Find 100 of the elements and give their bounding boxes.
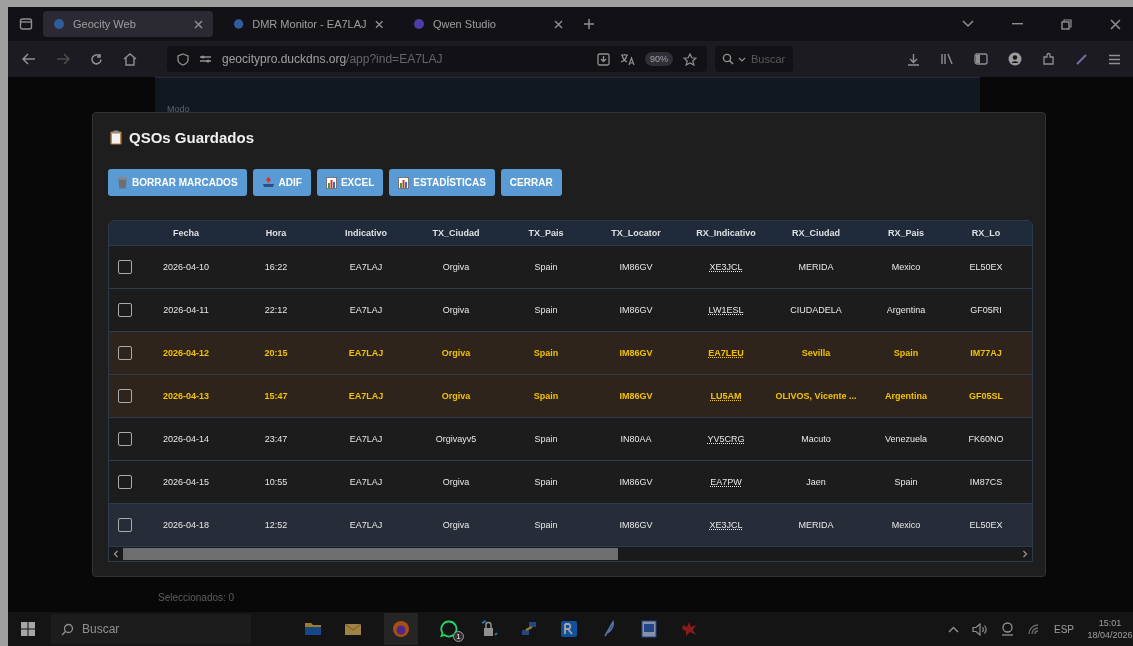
table-cell: Orgiva bbox=[442, 262, 470, 272]
scroll-left-icon[interactable] bbox=[111, 549, 121, 559]
browser-tab[interactable]: DMR Monitor - EA7LAJ bbox=[223, 11, 393, 37]
app-icon[interactable] bbox=[560, 620, 578, 638]
table-cell: 20:15 bbox=[264, 348, 288, 358]
table-cell: 2026-04-18 bbox=[162, 520, 209, 530]
chevron-up-icon[interactable] bbox=[948, 625, 959, 633]
table-cell: 16:22 bbox=[264, 262, 288, 272]
close-icon[interactable] bbox=[374, 19, 383, 29]
extensions-icon[interactable] bbox=[1042, 52, 1056, 66]
row-checkbox[interactable] bbox=[118, 346, 132, 360]
device-icon[interactable] bbox=[1001, 622, 1014, 636]
language-indicator[interactable]: ESP bbox=[1054, 623, 1074, 635]
table-cell: 10:55 bbox=[264, 477, 288, 487]
wifi-icon[interactable] bbox=[1027, 623, 1041, 635]
table-cell: EA7LAJ bbox=[349, 262, 383, 272]
table-cell: EA7PW bbox=[710, 477, 742, 487]
row-checkbox[interactable] bbox=[118, 389, 132, 403]
table-cell: EA7LAJ bbox=[349, 305, 383, 315]
browser-tab[interactable]: Qwen Studio bbox=[403, 11, 573, 37]
tab-favicon-icon bbox=[233, 18, 245, 30]
download-icon[interactable] bbox=[907, 52, 920, 66]
zoom-level-badge[interactable]: 90% bbox=[645, 52, 673, 66]
table-cell: Spain bbox=[533, 348, 559, 358]
row-checkbox[interactable] bbox=[118, 518, 132, 532]
folder-icon[interactable] bbox=[304, 621, 322, 637]
chevron-down-icon[interactable] bbox=[738, 57, 746, 62]
lock-icon[interactable] bbox=[480, 620, 498, 638]
dialog-title: QSOs Guardados bbox=[129, 129, 255, 146]
back-arrow-icon[interactable] bbox=[22, 53, 36, 65]
table-cell: EA7LAJ bbox=[348, 391, 384, 401]
menu-icon[interactable] bbox=[1108, 53, 1121, 65]
search-icon bbox=[61, 622, 74, 636]
reload-icon[interactable] bbox=[90, 52, 103, 66]
column-header[interactable]: RX_Lo bbox=[951, 228, 1021, 238]
scroll-right-icon[interactable] bbox=[1020, 549, 1030, 559]
close-icon[interactable] bbox=[194, 19, 203, 29]
browser-icon[interactable] bbox=[392, 620, 410, 638]
new-tab-icon[interactable] bbox=[583, 18, 595, 30]
search-icon[interactable] bbox=[722, 53, 734, 65]
row-checkbox[interactable] bbox=[118, 432, 132, 446]
table-cell: Spain bbox=[534, 520, 558, 530]
search-field[interactable]: Buscar bbox=[715, 46, 793, 72]
account-icon[interactable] bbox=[1008, 52, 1022, 66]
table-cell: MERIDA bbox=[798, 262, 834, 272]
chat-icon[interactable] bbox=[440, 620, 458, 638]
pen-icon[interactable] bbox=[1076, 53, 1088, 65]
table-cell: IM77AJ bbox=[970, 348, 1002, 358]
column-header[interactable]: Indicativo bbox=[321, 228, 411, 238]
windows-start-icon[interactable] bbox=[21, 622, 35, 636]
table-cell: IN80AA bbox=[620, 434, 652, 444]
document-icon[interactable] bbox=[640, 620, 658, 638]
table-cell: Orgiva bbox=[441, 391, 471, 401]
table-cell: IM87CS bbox=[969, 477, 1003, 487]
browser-tab[interactable]: Geocity Web bbox=[43, 11, 213, 37]
close-icon[interactable] bbox=[554, 19, 563, 29]
library-icon[interactable] bbox=[940, 53, 954, 65]
column-header[interactable]: RX_Indicativo bbox=[681, 228, 771, 238]
row-checkbox[interactable] bbox=[118, 475, 132, 489]
table-cell: IM86GV bbox=[619, 520, 653, 530]
site-settings-icon[interactable] bbox=[199, 54, 212, 64]
column-header[interactable]: Hora bbox=[231, 228, 321, 238]
row-checkbox[interactable] bbox=[118, 260, 132, 274]
star-icon[interactable] bbox=[683, 52, 697, 66]
home-icon[interactable] bbox=[123, 52, 137, 66]
address-bar[interactable]: geocitypro.duckdns.org/app?ind=EA7LAJ 90% bbox=[167, 46, 707, 72]
clock-date[interactable]: 18/04/2026 bbox=[1087, 629, 1133, 641]
table-cell: IM86GV bbox=[619, 305, 653, 315]
row-checkbox[interactable] bbox=[118, 303, 132, 317]
table-cell: Spain bbox=[534, 434, 558, 444]
table-cell: Venezuela bbox=[884, 434, 927, 444]
speaker-icon[interactable] bbox=[972, 622, 988, 636]
restore-icon[interactable] bbox=[1061, 18, 1072, 30]
table-cell: 22:12 bbox=[264, 305, 288, 315]
column-header[interactable]: Fecha bbox=[141, 228, 231, 238]
table-cell: IM86GV bbox=[619, 477, 653, 487]
column-header[interactable]: TX_Ciudad bbox=[411, 228, 501, 238]
column-header[interactable]: TX_Locator bbox=[591, 228, 681, 238]
sidebar-icon[interactable] bbox=[974, 53, 988, 65]
notification-badge: 1 bbox=[453, 631, 464, 642]
taskbar-search-field[interactable]: Buscar bbox=[51, 614, 251, 644]
network-icon[interactable] bbox=[520, 620, 538, 638]
download-page-icon[interactable] bbox=[597, 52, 610, 66]
chevron-down-icon[interactable] bbox=[962, 20, 974, 28]
clock-time[interactable]: 15:01 bbox=[1098, 617, 1122, 629]
table-cell: 23:47 bbox=[264, 434, 288, 444]
field-label: Modo bbox=[167, 104, 190, 114]
close-icon[interactable] bbox=[1110, 18, 1121, 30]
column-header[interactable]: RX_Pais bbox=[861, 228, 951, 238]
translate-icon[interactable] bbox=[620, 52, 635, 66]
envelope-icon[interactable] bbox=[344, 621, 362, 637]
minimize-icon[interactable] bbox=[1012, 23, 1023, 25]
shield-icon bbox=[177, 52, 189, 66]
table-cell: Argentina bbox=[885, 391, 927, 401]
tab-list-icon[interactable] bbox=[19, 17, 33, 31]
table-cell: OLIVOS, Vicente ... bbox=[775, 391, 857, 401]
horizontal-scrollbar[interactable] bbox=[109, 547, 1032, 561]
column-header[interactable]: TX_Pais bbox=[501, 228, 591, 238]
column-header[interactable]: RX_Ciudad bbox=[771, 228, 861, 238]
table-cell: Argentina bbox=[886, 305, 926, 315]
